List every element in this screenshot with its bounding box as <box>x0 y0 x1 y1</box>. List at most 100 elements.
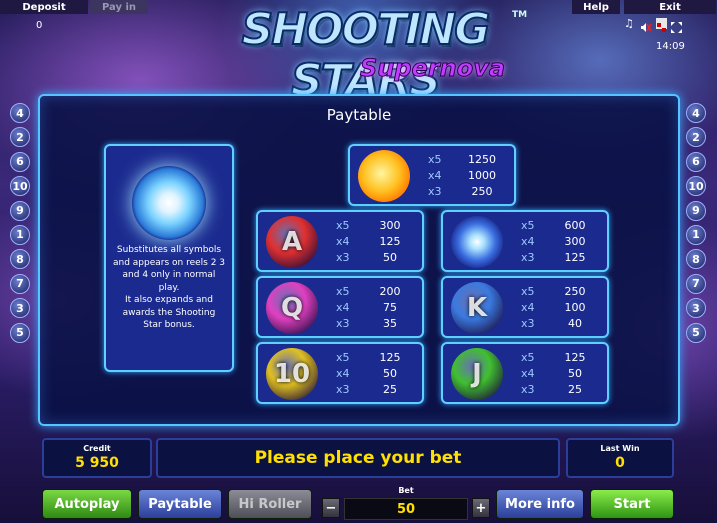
payout-row: x5 300 <box>336 217 410 233</box>
payline-left-0: 4 <box>10 103 30 123</box>
payline-right-0: 4 <box>686 103 706 123</box>
payout-row: x5 200 <box>336 283 410 299</box>
payout-multiplier: x3 <box>336 382 350 396</box>
autoplay-button[interactable]: Autoplay <box>42 489 132 519</box>
payout-multiplier: x4 <box>521 366 535 380</box>
status-message: Please place your bet <box>156 438 560 478</box>
payout-amount: 300 <box>564 234 586 248</box>
credit-label: Credit <box>83 444 111 453</box>
payline-left-3: 10 <box>10 176 30 197</box>
bet-label: Bet <box>398 486 414 495</box>
payout-row: x3 50 <box>336 249 410 265</box>
payout-row: x4 75 <box>336 299 410 315</box>
music-icon[interactable]: ♫ <box>624 17 634 30</box>
payout-row: x4 1000 <box>428 167 502 183</box>
payout-row: x5 600 <box>521 217 595 233</box>
payout-amount: 35 <box>383 316 397 330</box>
payout-row: x3 250 <box>428 183 502 199</box>
payout-amount: 600 <box>564 218 586 232</box>
payout-row: x5 125 <box>521 349 595 365</box>
payout-amount: 300 <box>379 218 401 232</box>
galaxy-symbol-icon <box>451 216 503 268</box>
pay-in-button[interactable]: Pay in <box>90 0 148 14</box>
bet-increase-button[interactable]: + <box>472 498 490 518</box>
payout-amount: 125 <box>564 250 586 264</box>
payout-amount: 250 <box>564 284 586 298</box>
exit-button[interactable]: Exit <box>624 0 716 14</box>
payline-left-5: 1 <box>10 224 30 245</box>
payout-amount: 200 <box>379 284 401 298</box>
payout-amount: 125 <box>379 234 401 248</box>
last-win-panel: Last Win 0 <box>566 438 674 478</box>
paylines-left: 4 2 6 10 9 1 8 7 3 5 <box>10 103 30 347</box>
sun-symbol-icon <box>358 150 410 202</box>
wild-symbol-box: Substitutes all symbols and appears on r… <box>104 144 234 372</box>
payout-row: x4 300 <box>521 233 595 249</box>
bet-stepper: Bet − 50 + <box>320 484 492 523</box>
game-logo-subtitle: Supernova <box>359 54 506 83</box>
payout-multiplier: x4 <box>521 234 535 248</box>
payout-multiplier: x4 <box>336 366 350 380</box>
payout-row: x3 25 <box>336 381 410 397</box>
payline-left-1: 2 <box>10 127 30 148</box>
payline-right-4: 9 <box>686 200 706 221</box>
last-win-value: 0 <box>615 455 625 471</box>
payline-left-8: 3 <box>10 298 30 319</box>
payout-multiplier: x3 <box>428 184 442 198</box>
paytable-button[interactable]: Paytable <box>138 489 222 519</box>
trademark: TM <box>512 10 528 20</box>
deposit-button[interactable]: Deposit <box>0 0 88 14</box>
payout-row: x3 35 <box>336 315 410 331</box>
payout-amount: 125 <box>564 350 586 364</box>
ten-planet-symbol-icon: 10 <box>266 348 318 400</box>
bet-decrease-button[interactable]: − <box>322 498 340 518</box>
hi-roller-button[interactable]: Hi Roller <box>228 489 312 519</box>
payout-list: x5 600 x4 300 x3 125 <box>521 217 595 265</box>
payout-multiplier: x5 <box>521 350 535 364</box>
deposit-label: Deposit <box>22 1 66 13</box>
symbol-box-ten-planet: 10 x5 125 x4 50 x3 25 <box>256 342 424 404</box>
settings-icon[interactable] <box>656 18 667 32</box>
payline-left-4: 9 <box>10 200 30 221</box>
payout-row: x3 25 <box>521 381 595 397</box>
k-planet-symbol-icon: K <box>451 282 503 334</box>
payline-right-5: 1 <box>686 224 706 245</box>
payline-left-7: 7 <box>10 273 30 294</box>
wild-description: Substitutes all symbols and appears on r… <box>112 245 226 330</box>
payout-amount: 25 <box>383 382 397 396</box>
bet-value: 50 <box>344 498 468 520</box>
payout-multiplier: x4 <box>336 234 350 248</box>
start-button[interactable]: Start <box>590 489 674 519</box>
payout-row: x4 125 <box>336 233 410 249</box>
payout-row: x5 250 <box>521 283 595 299</box>
payout-row: x3 40 <box>521 315 595 331</box>
payout-row: x4 100 <box>521 299 595 315</box>
payline-right-3: 10 <box>686 176 706 197</box>
symbol-box-q-planet: Qx5 200 x4 75 x3 35 <box>256 276 424 338</box>
payout-row: x3 125 <box>521 249 595 265</box>
payout-amount: 125 <box>379 350 401 364</box>
fullscreen-icon[interactable] <box>671 18 682 33</box>
shooting-star-wild-icon <box>132 166 206 240</box>
sound-muted-icon[interactable] <box>640 18 652 32</box>
payline-right-6: 8 <box>686 249 706 270</box>
help-button[interactable]: Help <box>572 0 620 14</box>
clock: 14:09 <box>656 41 685 52</box>
payout-list: x5 200 x4 75 x3 35 <box>336 283 410 331</box>
payout-multiplier: x5 <box>336 284 350 298</box>
paytable-title: Paytable <box>326 106 392 124</box>
payline-left-6: 8 <box>10 249 30 270</box>
payout-multiplier: x5 <box>428 152 442 166</box>
symbol-box-a-planet: Ax5 300 x4 125 x3 50 <box>256 210 424 272</box>
payout-list: x5 300 x4 125 x3 50 <box>336 217 410 265</box>
payout-row: x4 50 <box>521 365 595 381</box>
payline-right-2: 6 <box>686 151 706 172</box>
more-info-button[interactable]: More info <box>496 489 584 519</box>
payout-amount: 50 <box>568 366 582 380</box>
payout-amount: 40 <box>568 316 582 330</box>
payout-multiplier: x4 <box>428 168 442 182</box>
payout-list: x5 1250 x4 1000 x3 250 <box>428 151 502 199</box>
paylines-right: 4 2 6 10 9 1 8 7 3 5 <box>686 103 706 347</box>
payout-multiplier: x5 <box>521 218 535 232</box>
payline-right-7: 7 <box>686 273 706 294</box>
